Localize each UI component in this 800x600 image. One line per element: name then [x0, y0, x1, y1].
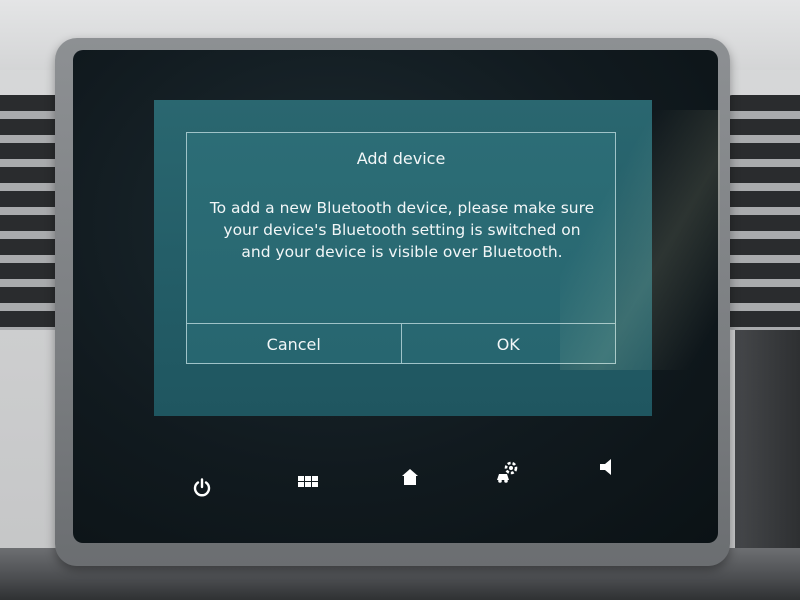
ok-button[interactable]: OK [400, 324, 616, 364]
dialog-actions: Cancel OK [187, 323, 615, 364]
home-button[interactable] [390, 457, 430, 497]
power-button[interactable] [182, 468, 222, 508]
add-device-dialog: Add device To add a new Bluetooth device… [186, 132, 616, 364]
menu-button[interactable] [288, 462, 328, 502]
cancel-button[interactable]: Cancel [187, 324, 401, 364]
dialog-title: Add device [356, 149, 446, 168]
car-settings-icon [497, 461, 518, 483]
apps-grid-icon [298, 476, 318, 487]
power-icon [193, 478, 211, 497]
dialog-message: To add a new Bluetooth device, please ma… [209, 199, 595, 261]
volume-button[interactable] [586, 447, 626, 487]
car-settings-button[interactable] [488, 452, 528, 492]
control-bar [150, 450, 660, 500]
center-console [735, 330, 800, 560]
home-icon [402, 469, 418, 485]
air-vent-right [728, 95, 800, 330]
speaker-icon [600, 459, 611, 475]
